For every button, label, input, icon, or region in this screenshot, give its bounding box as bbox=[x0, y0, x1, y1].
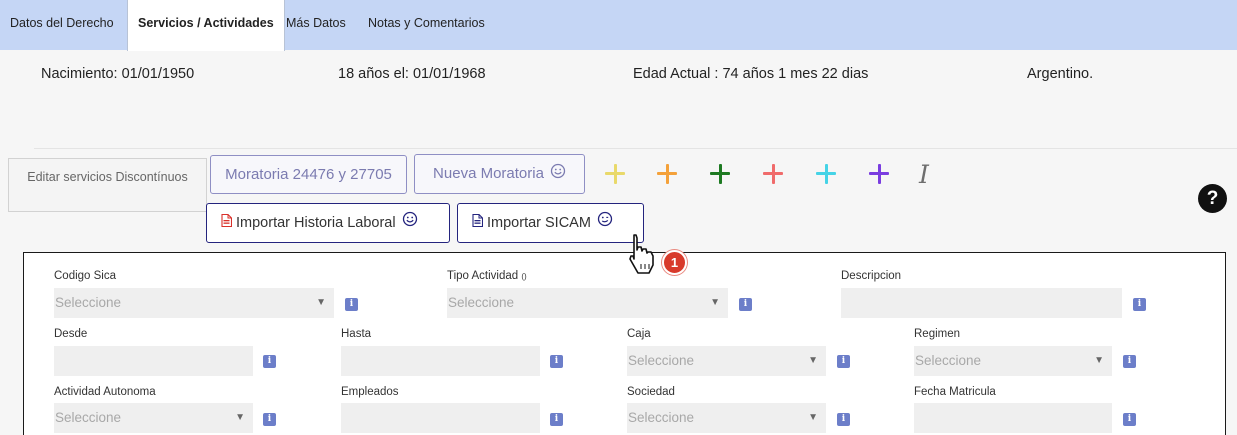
tab-datos-del-derecho[interactable]: Datos del Derecho bbox=[0, 0, 124, 50]
caja-select[interactable]: Seleccione ▼ bbox=[627, 346, 826, 376]
section-divider bbox=[34, 148, 1237, 149]
info-icon[interactable]: i bbox=[263, 355, 276, 368]
import-work-history-button[interactable]: Importar Historia Laboral bbox=[206, 203, 450, 243]
sociedad-select[interactable]: Seleccione ▼ bbox=[627, 403, 826, 433]
birth-date-text: Nacimiento: 01/01/1950 bbox=[41, 66, 195, 82]
tab-mas-datos[interactable]: Más Datos bbox=[276, 0, 356, 50]
add-red-plus-icon[interactable] bbox=[762, 163, 784, 185]
info-icon[interactable]: i bbox=[1133, 298, 1146, 311]
actividad-autonoma-label: Actividad Autonoma bbox=[54, 386, 156, 398]
age-18-date-text: 18 años el: 01/01/1968 bbox=[338, 66, 486, 82]
codigo-sica-value: Seleccione bbox=[55, 295, 122, 310]
tipo-actividad-select[interactable]: Seleccione ▼ bbox=[447, 288, 728, 318]
empleados-label: Empleados bbox=[341, 386, 399, 398]
moratoria-24476-27705-button[interactable]: Moratoria 24476 y 27705 bbox=[210, 155, 407, 194]
chevron-down-icon: ▼ bbox=[235, 412, 245, 423]
tipo-actividad-value: Seleccione bbox=[448, 295, 515, 310]
add-purple-plus-icon[interactable] bbox=[868, 163, 890, 185]
desde-input[interactable] bbox=[54, 346, 253, 376]
descripcion-input[interactable] bbox=[841, 288, 1122, 318]
regimen-label: Regimen bbox=[914, 328, 961, 340]
caja-label: Caja bbox=[627, 328, 651, 340]
import-sicam-label: Importar SICAM bbox=[487, 215, 591, 231]
tipo-actividad-label-text: Tipo Actividad bbox=[447, 270, 519, 282]
descripcion-label: Descripcion bbox=[841, 270, 902, 282]
moratoria-button-label: Moratoria 24476 y 27705 bbox=[225, 166, 392, 183]
regimen-select[interactable]: Seleccione ▼ bbox=[914, 346, 1112, 376]
chevron-down-icon: ▼ bbox=[808, 355, 818, 366]
tab-servicios-actividades[interactable]: Servicios / Actividades bbox=[127, 0, 285, 51]
step-number-badge: 1 bbox=[662, 250, 687, 275]
actividad-autonoma-value: Seleccione bbox=[55, 410, 122, 425]
tab-bar: Datos del Derecho Servicios / Actividade… bbox=[0, 0, 1237, 51]
chevron-down-icon: ▼ bbox=[1094, 355, 1104, 366]
nueva-moratoria-button[interactable]: Nueva Moratoria bbox=[414, 154, 585, 194]
caja-value: Seleccione bbox=[628, 353, 695, 368]
import-historia-label: Importar Historia Laboral bbox=[236, 215, 396, 231]
current-age-text: Edad Actual : 74 años 1 mes 22 dias bbox=[633, 66, 869, 82]
hand-cursor-icon bbox=[628, 234, 662, 281]
chevron-down-icon: ▼ bbox=[808, 412, 818, 423]
empleados-input[interactable] bbox=[341, 403, 540, 433]
fecha-matricula-label: Fecha Matricula bbox=[914, 386, 996, 398]
chevron-down-icon: ▼ bbox=[316, 297, 326, 308]
add-yellow-plus-icon[interactable] bbox=[604, 163, 626, 185]
info-icon[interactable]: i bbox=[739, 298, 752, 311]
info-icon[interactable]: i bbox=[263, 413, 276, 426]
smiley-icon bbox=[550, 156, 566, 193]
fecha-matricula-input[interactable] bbox=[914, 403, 1112, 433]
hasta-label: Hasta bbox=[341, 328, 372, 340]
codigo-sica-select[interactable]: Seleccione ▼ bbox=[54, 288, 334, 318]
hasta-input[interactable] bbox=[341, 346, 540, 376]
smiley-icon bbox=[402, 204, 418, 242]
desde-label: Desde bbox=[54, 328, 88, 340]
import-sicam-button[interactable]: Importar SICAM bbox=[457, 203, 644, 243]
add-orange-plus-icon[interactable] bbox=[656, 163, 678, 185]
service-form-panel: Codigo Sica Seleccione ▼ i Tipo Actividad… bbox=[23, 252, 1226, 435]
info-icon[interactable]: i bbox=[837, 413, 850, 426]
tipo-actividad-label: Tipo Actividad () bbox=[447, 270, 527, 282]
info-icon[interactable]: i bbox=[345, 298, 358, 311]
nueva-moratoria-label: Nueva Moratoria bbox=[433, 165, 544, 182]
regimen-value: Seleccione bbox=[915, 353, 982, 368]
sociedad-value: Seleccione bbox=[628, 410, 695, 425]
info-icon[interactable]: i bbox=[1123, 413, 1136, 426]
nationality-text: Argentino. bbox=[1027, 66, 1094, 82]
info-icon[interactable]: i bbox=[1123, 355, 1136, 368]
add-green-plus-icon[interactable] bbox=[709, 163, 731, 185]
tab-notas-comentarios[interactable]: Notas y Comentarios bbox=[358, 0, 495, 50]
wink-smiley-icon bbox=[597, 204, 613, 242]
pdf-document-icon bbox=[221, 204, 233, 242]
help-question-icon[interactable]: ? bbox=[1198, 184, 1227, 213]
tipo-actividad-label-suffix: () bbox=[521, 272, 527, 281]
codigo-sica-label: Codigo Sica bbox=[54, 270, 117, 282]
info-icon[interactable]: i bbox=[550, 355, 563, 368]
document-icon bbox=[472, 204, 484, 242]
italic-i-icon[interactable]: I bbox=[919, 160, 929, 189]
edit-discontinuous-services-button[interactable]: Editar servicios Discontínuos bbox=[8, 158, 207, 212]
chevron-down-icon: ▼ bbox=[710, 297, 720, 308]
info-icon[interactable]: i bbox=[837, 355, 850, 368]
sociedad-label: Sociedad bbox=[627, 386, 675, 398]
info-icon[interactable]: i bbox=[550, 413, 563, 426]
add-cyan-plus-icon[interactable] bbox=[815, 163, 837, 185]
actividad-autonoma-select[interactable]: Seleccione ▼ bbox=[54, 403, 253, 433]
